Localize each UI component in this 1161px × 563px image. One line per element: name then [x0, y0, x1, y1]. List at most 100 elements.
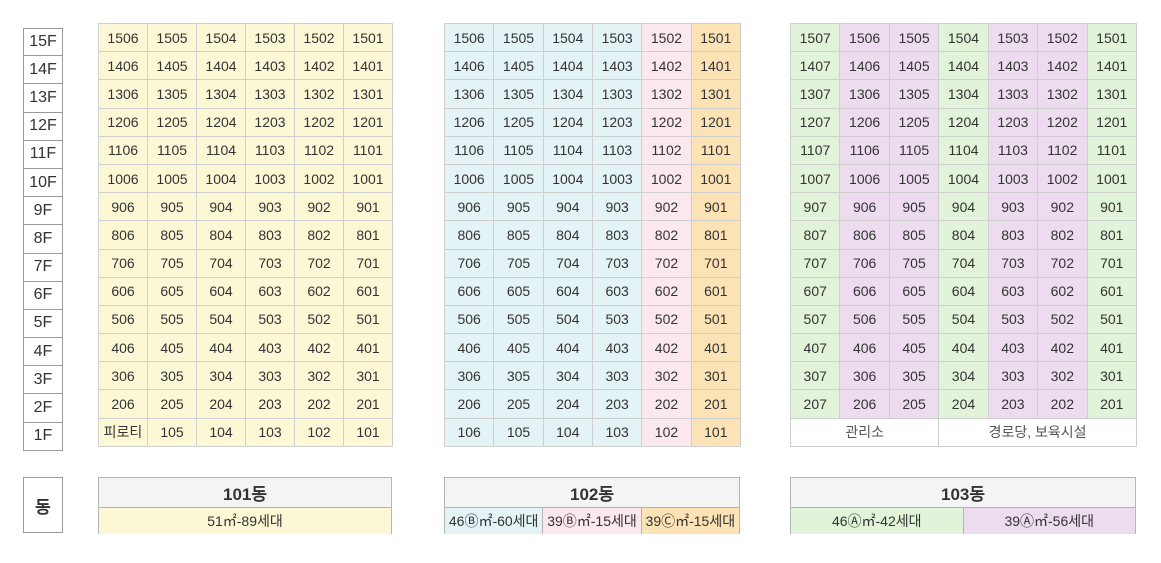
unit-cell: 506: [840, 305, 890, 335]
floor-label: 14F: [23, 56, 63, 85]
unit-cell: 104: [543, 418, 593, 447]
floor-labels-column: 15F 14F 13F 12F 11F 10F 9F 8F 7F 6F 5F 4F 3F 2F 1F: [23, 28, 63, 451]
unit-cell: 1305: [494, 80, 544, 109]
unit-cell: 1503: [246, 24, 295, 53]
unit-cell: 1001: [344, 164, 393, 194]
building-103-legend: 103동 46Ⓐ㎡-42세대 39Ⓐ㎡-56세대: [790, 477, 1136, 534]
unit-cell: 1504: [939, 24, 989, 53]
unit-cell: 904: [543, 193, 593, 222]
unit-cell: 704: [543, 249, 593, 278]
unit-cell: 1304: [197, 80, 246, 109]
unit-cell: 405: [889, 334, 940, 363]
unit-cell: 1506: [445, 24, 495, 53]
building-name: 103동: [791, 478, 1135, 508]
unit-cell: 1307: [791, 80, 841, 109]
unit-cell: 1006: [445, 164, 495, 194]
unit-cell: 501: [691, 305, 741, 335]
unit-cell: 201: [1087, 390, 1137, 419]
floor-label: 12F: [23, 112, 63, 141]
unit-cell: 505: [494, 305, 544, 335]
unit-cell: 405: [494, 334, 544, 363]
unit-cell: 1405: [148, 52, 197, 81]
unit-cell: 1303: [246, 80, 295, 109]
unit-cell: 903: [592, 193, 643, 222]
unit-cell: 902: [1038, 193, 1088, 222]
unit-cell: 1402: [295, 52, 344, 81]
unit-cell: 1201: [1087, 108, 1137, 137]
unit-cell: 302: [1038, 362, 1088, 391]
unit-cell: 203: [592, 390, 643, 419]
unit-cell: 1203: [246, 108, 295, 137]
unit-cell: 901: [691, 193, 741, 222]
unit-cell: 1503: [592, 24, 643, 53]
unit-cell: 804: [543, 221, 593, 250]
unit-cell: 1006: [99, 164, 148, 194]
unit-cell: 405: [148, 334, 197, 363]
unit-cell: 102: [295, 418, 344, 447]
unit-cell: 1001: [691, 164, 741, 194]
floor-label: 4F: [23, 338, 63, 367]
unit-cell: 905: [494, 193, 544, 222]
unit-cell: 401: [691, 334, 741, 363]
unit-cell: 302: [295, 362, 344, 391]
unit-cell: 901: [1087, 193, 1137, 222]
floor-label: 10F: [23, 168, 63, 198]
unit-cell: 604: [939, 277, 989, 306]
unit-cell: 1005: [889, 164, 940, 194]
unit-cell: 803: [246, 221, 295, 250]
unit-cell: 905: [148, 193, 197, 222]
unit-cell: 805: [889, 221, 940, 250]
unit-cell: 1005: [148, 164, 197, 194]
unit-cell: 403: [988, 334, 1039, 363]
unit-cell: 904: [939, 193, 989, 222]
building-101-unit-grid: 1506 1505 1504 1503 1502 1501 1406 1405 1404 1403…: [98, 23, 393, 447]
floor-label: 9F: [23, 197, 63, 226]
unit-cell: 806: [99, 221, 148, 250]
unit-cell: 1103: [592, 136, 643, 165]
unit-cell: 307: [791, 362, 841, 391]
unit-cell: 801: [344, 221, 393, 250]
unit-cell: 606: [99, 277, 148, 306]
unit-cell: 903: [246, 193, 295, 222]
unit-cell: 1406: [99, 52, 148, 81]
unit-cell: 1003: [592, 164, 643, 194]
unit-cell: 1501: [344, 24, 393, 53]
unit-cell: 505: [148, 305, 197, 335]
unit-cell: 503: [246, 305, 295, 335]
unit-cell: 404: [543, 334, 593, 363]
unit-cell: 403: [246, 334, 295, 363]
unit-cell: 604: [543, 277, 593, 306]
unit-cell: 104: [197, 418, 246, 447]
unit-cell: 803: [592, 221, 643, 250]
unit-cell: 401: [1087, 334, 1137, 363]
unit-cell: 202: [642, 390, 692, 419]
unit-cell: 202: [295, 390, 344, 419]
unit-cell: 902: [295, 193, 344, 222]
unit-cell: 905: [889, 193, 940, 222]
unit-cell: 302: [642, 362, 692, 391]
unit-cell: 802: [1038, 221, 1088, 250]
facility-cell: 관리소: [791, 418, 940, 447]
unit-cell: 1002: [642, 164, 692, 194]
unit-cell: 1204: [197, 108, 246, 137]
unit-cell: 404: [939, 334, 989, 363]
unit-cell: 901: [344, 193, 393, 222]
unit-cell: 306: [445, 362, 495, 391]
unit-cell: 304: [197, 362, 246, 391]
unit-cell: 204: [939, 390, 989, 419]
unit-cell: 605: [148, 277, 197, 306]
unit-cell: 1302: [1038, 80, 1088, 109]
unit-cell: 1502: [1038, 24, 1088, 53]
unit-cell: 1306: [99, 80, 148, 109]
unit-cell: 1202: [295, 108, 344, 137]
unit-cell: 1407: [791, 52, 841, 81]
unit-cell: 705: [889, 249, 940, 278]
unit-cell: 701: [344, 249, 393, 278]
unit-cell: 1106: [99, 136, 148, 165]
unit-cell: 1304: [543, 80, 593, 109]
unit-cell: 1106: [445, 136, 495, 165]
unit-cell: 506: [445, 305, 495, 335]
unit-cell: 1207: [791, 108, 841, 137]
unit-cell: 1103: [246, 136, 295, 165]
unit-cell: 306: [840, 362, 890, 391]
